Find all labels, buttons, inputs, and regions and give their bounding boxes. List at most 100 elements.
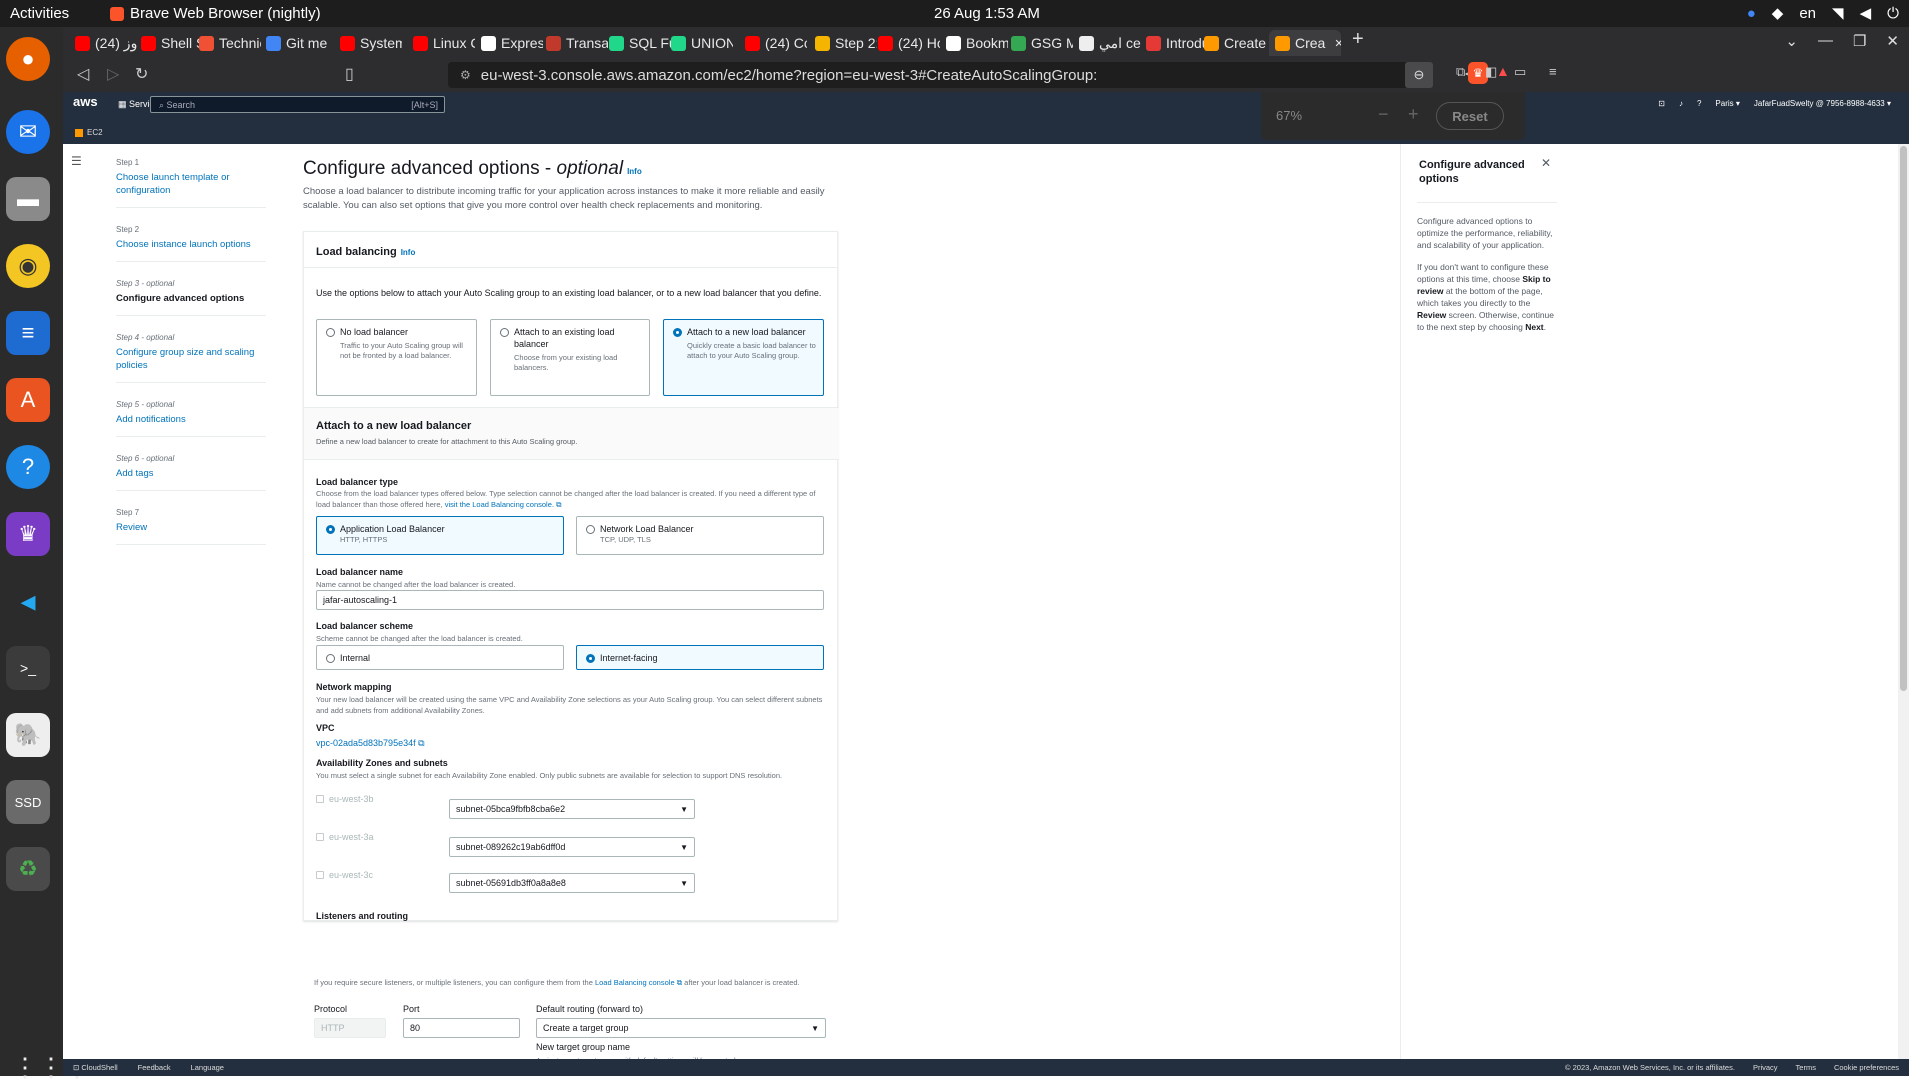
vpc-link[interactable]: vpc-02ada5d83b795e34f ⧉ <box>316 738 425 749</box>
restore-icon[interactable]: ❐ <box>1853 32 1866 50</box>
extensions-icon[interactable]: ⧉ <box>1456 64 1465 80</box>
wizard-step[interactable]: Step 6 - optional Add tags <box>116 454 266 491</box>
browser-tab[interactable]: Bookm <box>946 30 1008 56</box>
subnet-select[interactable]: subnet-05691db3ff0a8a8e8 ▼ <box>449 873 695 893</box>
terms-link[interactable]: Terms <box>1796 1063 1816 1072</box>
cloudshell-link[interactable]: ⊡ CloudShell <box>73 1063 118 1072</box>
zoom-in-button[interactable]: + <box>1408 104 1419 125</box>
browser-tab[interactable]: UNION <box>671 30 733 56</box>
load-balancing-info-link[interactable]: Info <box>401 248 416 257</box>
forward-icon[interactable]: ▷ <box>107 64 119 84</box>
browser-tab[interactable]: Step 2: <box>815 30 877 56</box>
browser-tab[interactable]: (24) Co <box>745 30 807 56</box>
subnet-select[interactable]: subnet-05bca9fbfb8cba6e2 ▼ <box>449 799 695 819</box>
az-checkbox[interactable] <box>316 795 324 803</box>
browser-tab[interactable]: Transac <box>546 30 608 56</box>
wizard-step[interactable]: Step 5 - optional Add notifications <box>116 400 266 437</box>
sidebar-icon[interactable]: ◧ <box>1485 64 1497 80</box>
lb-type-application[interactable]: Application Load Balancer HTTP, HTTPS <box>316 516 564 555</box>
files-icon[interactable]: ▬ <box>6 177 50 221</box>
notifications-icon[interactable]: ♪ <box>1679 99 1683 108</box>
help-icon[interactable]: ? <box>6 445 50 489</box>
feedback-link[interactable]: Feedback <box>138 1063 171 1072</box>
lb-scheme-internet-facing[interactable]: Internet-facing <box>576 645 824 670</box>
subnet-select[interactable]: subnet-089262c19ab6dff0d ▼ <box>449 837 695 857</box>
site-info-icon[interactable]: ⚙ <box>460 68 471 82</box>
address-bar[interactable]: ⚙ eu-west-3.console.aws.amazon.com/ec2/h… <box>448 62 1475 88</box>
browser-tab[interactable]: امي ce <box>1079 30 1141 56</box>
privacy-link[interactable]: Privacy <box>1753 1063 1778 1072</box>
browser-tab[interactable]: System <box>340 30 402 56</box>
wallet-icon[interactable]: ▭ <box>1514 64 1526 80</box>
browser-tab-active[interactable]: Crea ✕ <box>1269 30 1341 56</box>
app-center-icon[interactable]: A <box>6 378 50 422</box>
routing-select[interactable]: Create a target group ▼ <box>536 1018 826 1038</box>
trash-icon[interactable]: ♻ <box>6 847 50 891</box>
zoom-reset-button[interactable]: Reset <box>1436 102 1504 130</box>
activities-button[interactable]: Activities <box>10 5 69 22</box>
step-name[interactable]: Choose launch template or configuration <box>116 171 266 197</box>
firefox-icon[interactable]: ● <box>6 37 50 81</box>
back-icon[interactable]: ◁ <box>77 64 89 84</box>
scrollbar-thumb[interactable] <box>1900 146 1907 691</box>
lb-console-link[interactable]: visit the Load Balancing console. <box>445 500 554 509</box>
new-tab-button[interactable]: + <box>1352 28 1364 51</box>
thunderbird-icon[interactable]: ✉ <box>6 110 50 154</box>
lb-option-none[interactable]: No load balancer Traffic to your Auto Sc… <box>316 319 477 396</box>
radio-button[interactable] <box>586 525 595 534</box>
wizard-step[interactable]: Step 2 Choose instance launch options <box>116 225 266 262</box>
help-circle-icon[interactable]: ? <box>1697 99 1701 108</box>
language-link[interactable]: Language <box>191 1063 224 1072</box>
terminal-icon[interactable]: >_ <box>6 646 50 690</box>
zoom-out-button[interactable]: − <box>1378 104 1389 125</box>
lb-console-link-2[interactable]: Load Balancing console <box>595 978 675 987</box>
browser-tab[interactable]: Shell Sc <box>141 30 203 56</box>
language-indicator[interactable]: en <box>1799 5 1816 22</box>
ssd-icon[interactable]: SSD <box>6 780 50 824</box>
wizard-step[interactable]: Step 7 Review <box>116 508 266 545</box>
browser-tab[interactable]: Introdu <box>1146 30 1208 56</box>
brave-rewards-icon[interactable]: ▲ <box>1496 63 1510 79</box>
port-input[interactable]: 80 <box>403 1018 520 1038</box>
brave-nightly-icon[interactable]: ♛ <box>6 512 50 556</box>
browser-tab[interactable]: GSG Me <box>1011 30 1073 56</box>
radio-button[interactable] <box>500 328 509 337</box>
menu-icon[interactable]: ≡ <box>1549 64 1557 79</box>
page-info-link[interactable]: Info <box>627 167 642 176</box>
wizard-step[interactable]: Step 4 - optional Configure group size an… <box>116 333 266 383</box>
browser-tab[interactable]: Git mer <box>266 30 328 56</box>
system-tray[interactable]: ● ◆ en ◥ ◀ ⏻ <box>1747 4 1899 23</box>
browser-tab[interactable]: Expres <box>481 30 543 56</box>
cookie-preferences-link[interactable]: Cookie preferences <box>1834 1063 1899 1072</box>
tab-close-icon[interactable]: ✕ <box>1334 37 1341 50</box>
step-name[interactable]: Add notifications <box>116 413 266 426</box>
browser-tab[interactable]: (24) Ho <box>878 30 940 56</box>
aws-logo[interactable]: aws <box>73 94 98 109</box>
radio-button-selected[interactable] <box>326 525 335 534</box>
step-name[interactable]: Configure group size and scaling policie… <box>116 346 266 372</box>
cloudshell-icon[interactable]: ⊡ <box>1658 99 1665 108</box>
browser-tab[interactable]: SQL Fu <box>609 30 671 56</box>
browser-tab[interactable]: Technic <box>199 30 261 56</box>
browser-tab[interactable]: Linux C <box>413 30 475 56</box>
zoom-icon[interactable]: ⊖ <box>1405 62 1433 88</box>
step-name[interactable]: Choose instance launch options <box>116 238 266 251</box>
vscode-icon[interactable]: ◂ <box>6 579 50 623</box>
bookmark-icon[interactable]: ▯ <box>345 64 354 84</box>
close-icon[interactable]: ✕ <box>1541 156 1551 170</box>
minimize-icon[interactable]: — <box>1818 32 1833 50</box>
pgadmin-icon[interactable]: 🐘 <box>6 713 50 757</box>
tab-list-icon[interactable]: ⌄ <box>1785 32 1798 50</box>
browser-tab[interactable]: دوز (24) <box>75 30 137 56</box>
lb-scheme-internal[interactable]: Internal <box>316 645 564 670</box>
rhythmbox-icon[interactable]: ◉ <box>6 244 50 288</box>
close-window-icon[interactable]: ✕ <box>1886 32 1899 50</box>
radio-button[interactable] <box>326 328 335 337</box>
radio-button-selected[interactable] <box>673 328 682 337</box>
step-name[interactable]: Add tags <box>116 467 266 480</box>
writer-icon[interactable]: ≡ <box>6 311 50 355</box>
lb-type-network[interactable]: Network Load Balancer TCP, UDP, TLS <box>576 516 824 555</box>
aws-search-input[interactable]: ⌕ Search [Alt+S] <box>150 96 445 113</box>
side-nav-toggle-icon[interactable]: ☰ <box>71 154 82 168</box>
step-name[interactable]: Review <box>116 521 266 534</box>
